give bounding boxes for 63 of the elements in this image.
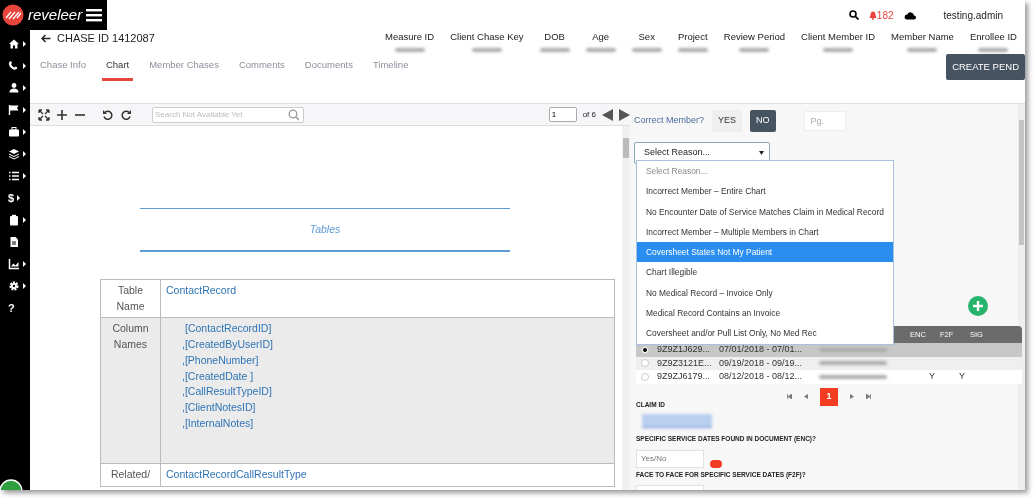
column-header: Sex [638,30,655,44]
table-cell-text: [ContactRecordID] [184,321,273,337]
column-header: Project [677,30,708,44]
tab[interactable]: Member Chases [145,58,223,82]
table-row[interactable]: 9Z9Z1J629... 07/01/2018 - 07/01... [636,343,1022,357]
sidebar-item[interactable]: ? [8,299,15,317]
field-label: Correct Member? [634,114,705,127]
menu-item[interactable]: Chart Illegible [637,262,893,283]
table-row[interactable]: 9Z9ZJ6179... 08/12/2018 - 08/12... Y Y [636,370,1022,384]
table-cell-text: ContactRecord [166,282,238,298]
notification-count: 182 [876,8,894,23]
tab[interactable]: Documents [300,58,357,82]
chase-title: CHASE ID 1412087 [57,31,155,46]
tab[interactable]: Comments [234,58,289,82]
column-header: Measure ID [385,30,435,44]
menu-item[interactable]: Medical Record Contains an Invoice [637,303,893,324]
create-pend-button[interactable]: CREATE PEND [946,54,1025,81]
column-header: Enrollee ID [969,30,1017,44]
table-cell-text: ,[CreatedDate ] [181,368,255,384]
table-cell-text: 9Z9ZJ6179... [657,370,712,383]
menu-item[interactable]: Incorrect Member – Entire Chart [637,181,893,202]
document-heading: Tables [308,222,342,237]
table-cell-text: 09/19/2018 - 09/19... [719,356,804,370]
sidebar-item[interactable]: $ [8,189,15,207]
table-cell: Column Names [100,317,161,464]
menu-item[interactable]: Coversheet and/or Pull List Only, No Med Rec [637,323,893,344]
table-cell-text: ,[CallResultTypeID] [181,384,273,400]
page-field[interactable]: 1 [548,107,577,122]
toggle-button[interactable]: NO [750,110,776,132]
column-header: Review Period [723,30,786,44]
table-cell: Related/ [100,463,161,487]
toggle-button[interactable]: YES [712,110,743,132]
table-cell-text: ContactRecordCallResultType [166,467,308,483]
table-cell-text: 08/12/2018 - 08/12... [719,370,804,383]
menu-item[interactable]: No Encounter Date of Service Matches Claim in Medical Record [637,201,893,222]
column-header: Client Chase Key [450,30,524,44]
tab[interactable]: Chart [101,58,134,82]
reason-select[interactable]: Select Reason... [634,141,770,164]
table-cell-text: ,[PhoneNumber] [181,352,260,368]
brand-name: reveleer [28,4,83,25]
table-cell-text: ,[CreatedByUserID] [181,337,275,352]
menu-item[interactable]: Select Reason... [637,161,893,182]
notifications-button[interactable]: 182 [868,7,894,23]
page-button[interactable]: 1 [820,387,838,406]
table-cell-text: Y [929,370,936,383]
page-field[interactable]: Pg. [803,110,846,131]
menu-item[interactable]: No Medical Record – Invoice Only [637,282,893,304]
tab[interactable]: Chase Info [36,58,90,82]
column-header: Client Member ID [801,30,875,44]
table-cell-text: ,[InternalNotes] [181,415,255,431]
column-header: Age [592,30,610,44]
column-header: DOB [544,30,565,44]
table-cell-text: 07/01/2018 - 07/01... [719,343,804,356]
table-cell-text: 9Z9Z3121E... [657,356,713,370]
menu-item[interactable]: Incorrect Member – Multiple Members in Chart [637,221,893,243]
column-header: Member Name [891,30,954,44]
table-cell: Table Name [100,279,161,318]
user-name[interactable]: testing.admin [943,7,1003,23]
table-cell-text: ,[ClientNotesID] [181,400,257,415]
page-count: of 6 [582,108,596,121]
table-cell-text: Y [959,370,965,383]
table-cell-text: 9Z9Z1J629... [657,343,712,356]
select-field[interactable]: Yes/No [636,449,704,468]
